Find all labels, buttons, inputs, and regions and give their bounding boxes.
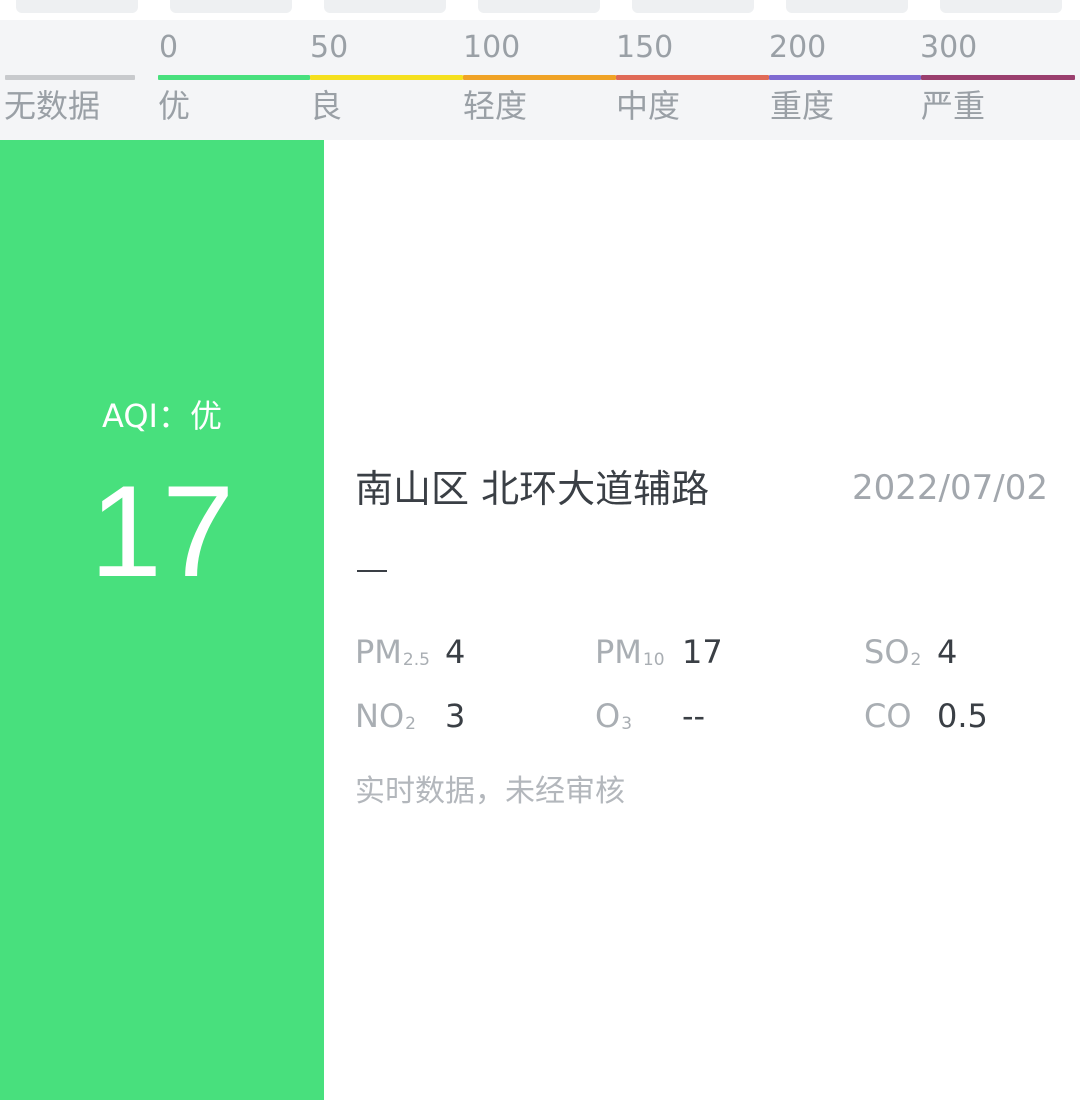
pollutant-value: 0.5: [937, 697, 988, 735]
pollutant-co: CO 0.5: [864, 694, 1044, 738]
legend-level-light: 轻度: [463, 87, 528, 125]
top-tab[interactable]: [632, 0, 754, 13]
pollutant-o3: O3 --: [595, 694, 815, 738]
top-tab[interactable]: [16, 0, 138, 13]
pollutant-value: 4: [937, 633, 958, 671]
legend-bar-nodata: [5, 75, 135, 80]
top-tab[interactable]: [786, 0, 908, 13]
legend-number: 150: [616, 30, 674, 65]
legend-level-moderate: 良: [310, 87, 343, 125]
divider-dash: [357, 570, 387, 572]
top-tab[interactable]: [478, 0, 600, 13]
pollutant-pm10: PM10 17: [595, 630, 815, 674]
pollutant-name: NO2: [355, 697, 416, 735]
legend-level-heavy: 重度: [770, 87, 835, 125]
legend-bar-severe: [921, 75, 1075, 80]
pollutant-so2: SO2 4: [864, 630, 1044, 674]
pollutant-name: O3: [595, 697, 633, 735]
legend-number: 0: [159, 30, 179, 65]
legend-level-good: 优: [158, 87, 191, 125]
top-tab[interactable]: [170, 0, 292, 13]
aqi-panel: AQI：优 17: [0, 140, 324, 1100]
legend-bar-light: [463, 75, 616, 80]
pollutant-no2: NO2 3: [355, 694, 575, 738]
aqi-value: 17: [89, 458, 235, 604]
legend-bar-moderate: [310, 75, 463, 80]
pollutant-value: 4: [445, 633, 466, 671]
pollutant-name: SO2: [864, 633, 922, 671]
pollutant-name: PM2.5: [355, 633, 430, 671]
data-note: 实时数据，未经审核: [355, 774, 625, 809]
legend-number: 100: [463, 30, 521, 65]
pollutant-value: 17: [682, 633, 723, 671]
pollutant-value: 3: [445, 697, 466, 735]
pollutant-pm25: PM2.5 4: [355, 630, 575, 674]
legend-number: 300: [920, 30, 978, 65]
pollutant-name: CO: [864, 697, 912, 735]
date: 2022/07/02: [852, 468, 1048, 508]
legend-level-nodata: 无数据: [4, 87, 101, 125]
aqi-label: AQI：优: [102, 397, 222, 435]
pollutant-value: --: [682, 697, 706, 735]
legend-level-medium: 中度: [616, 87, 681, 125]
legend-bar-medium: [616, 75, 769, 80]
top-tab-strip: [0, 0, 1080, 20]
top-tab[interactable]: [940, 0, 1062, 13]
legend-level-severe: 严重: [921, 87, 986, 125]
station-name: 南山区 北环大道辅路: [355, 467, 710, 511]
legend-number: 200: [769, 30, 827, 65]
legend-number: 50: [310, 30, 349, 65]
top-tab[interactable]: [324, 0, 446, 13]
legend-bar-heavy: [769, 75, 921, 80]
legend-bar-good: [158, 75, 310, 80]
aqi-legend: 0 50 100 150 200 300 无数据 优 良 轻度 中度 重度 严重: [0, 20, 1080, 140]
pollutant-name: PM10: [595, 633, 665, 671]
